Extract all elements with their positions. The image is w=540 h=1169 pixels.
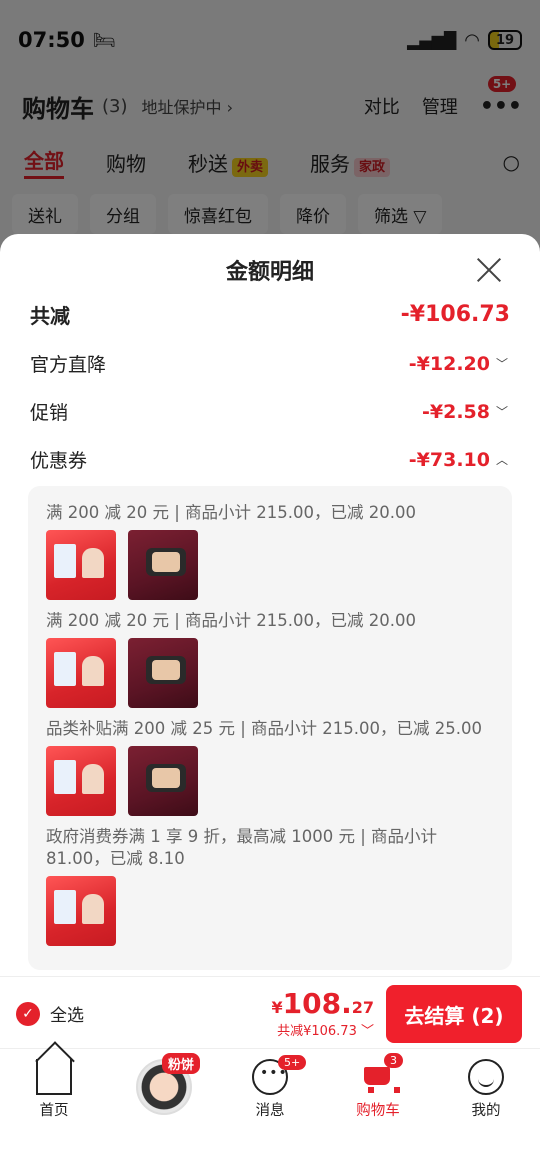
coupon-text: 满 200 减 20 元 | 商品小计 215.00，已减 20.00 — [46, 503, 416, 522]
product-thumbnail[interactable] — [128, 530, 198, 600]
sheet-title: 金额明细 — [225, 260, 314, 285]
coupon-row[interactable]: 优惠券 -¥73.10 ︿ — [30, 446, 510, 473]
select-all-toggle[interactable]: ✓ 全选 — [16, 1001, 84, 1026]
row-label: 促销 — [30, 402, 69, 424]
close-icon[interactable] — [476, 256, 502, 282]
price-decimal: 27 — [351, 998, 374, 1017]
messages-badge: 5+ — [278, 1055, 307, 1070]
chevron-up-icon: ︿ — [495, 453, 508, 467]
row-label: 优惠券 — [30, 450, 88, 472]
cart-badge: 3 — [384, 1053, 403, 1068]
message-icon: 5+ — [252, 1055, 307, 1095]
product-thumbnail[interactable] — [128, 746, 198, 816]
tab-messages[interactable]: 5+ 消息 — [230, 1055, 310, 1120]
tab-me[interactable]: 我的 — [446, 1059, 526, 1120]
select-all-label: 全选 — [50, 1006, 84, 1026]
currency-symbol: ¥ — [271, 998, 283, 1017]
featured-tag: 粉饼 — [162, 1053, 201, 1074]
product-thumbnail[interactable] — [46, 530, 116, 600]
promotion-row[interactable]: 促销 -¥2.58 ﹀ — [30, 398, 510, 425]
tab-cart-label: 购物车 — [356, 1103, 400, 1119]
cart-page-background: 07:50 🛏 ▂▄▆█ ◠ 19 购物车 (3) 地址保护中 › 对比 管理 … — [0, 0, 540, 240]
total-discount-value: -¥106.73 — [400, 302, 510, 327]
home-icon — [36, 1059, 72, 1095]
cart-icon: 3 — [360, 1053, 403, 1095]
row-value: -¥2.58 — [422, 400, 490, 423]
product-thumbnail[interactable] — [128, 638, 198, 708]
chevron-down-icon: ﹀ — [495, 405, 508, 419]
official-discount-row[interactable]: 官方直降 -¥12.20 ﹀ — [30, 350, 510, 377]
checkout-button[interactable]: 去结算 (2) — [386, 985, 522, 1043]
coupon-group: 满 200 减 20 元 | 商品小计 215.00，已减 20.00 — [46, 502, 494, 600]
price-integer: 108. — [282, 987, 352, 1020]
coupon-text: 满 200 减 20 元 | 商品小计 215.00，已减 20.00 — [46, 611, 416, 630]
coupon-group: 满 200 减 20 元 | 商品小计 215.00，已减 20.00 — [46, 610, 494, 708]
coupon-text: 政府消费券满 1 享 9 折，最高减 1000 元 | 商品小计 81.00，已… — [46, 827, 438, 868]
overlay-mask[interactable] — [0, 0, 540, 240]
total-price: ¥108.27 共减¥106.73 ﹀ — [272, 987, 375, 1039]
row-value: -¥73.10 — [408, 448, 490, 471]
coupon-group: 品类补贴满 200 减 25 元 | 商品小计 215.00，已减 25.00 — [46, 718, 494, 816]
product-thumbnail[interactable] — [46, 746, 116, 816]
total-discount-label: 共减 — [30, 304, 70, 328]
coupon-text: 品类补贴满 200 减 25 元 | 商品小计 215.00，已减 25.00 — [46, 719, 482, 738]
row-value: -¥12.20 — [408, 352, 490, 375]
discount-summary: 共减¥106.73 — [277, 1024, 357, 1039]
row-label: 官方直降 — [30, 354, 107, 376]
coupon-detail-box: 满 200 减 20 元 | 商品小计 215.00，已减 20.00 满 20… — [28, 486, 512, 970]
product-thumbnail[interactable] — [46, 876, 116, 946]
checkout-bar: ✓ 全选 ¥108.27 共减¥106.73 ﹀ 去结算 (2) — [0, 976, 540, 1048]
profile-icon — [468, 1059, 504, 1095]
discount-summary-link[interactable]: 共减¥106.73 ﹀ — [272, 1020, 374, 1039]
total-discount-row: 共减 -¥106.73 — [30, 300, 510, 329]
chevron-down-icon: ﹀ — [360, 1024, 374, 1039]
tab-home[interactable]: 首页 — [14, 1059, 94, 1120]
product-thumbnail[interactable] — [46, 638, 116, 708]
coupon-group: 政府消费券满 1 享 9 折，最高减 1000 元 | 商品小计 81.00，已… — [46, 826, 494, 946]
chevron-down-icon: ﹀ — [495, 357, 508, 371]
tab-home-label: 首页 — [39, 1103, 69, 1119]
bottom-tab-bar: 首页 粉饼 5+ 消息 3 购物车 我的 — [0, 1048, 540, 1169]
tab-messages-label: 消息 — [255, 1103, 285, 1119]
tab-me-label: 我的 — [471, 1103, 501, 1119]
tab-cart[interactable]: 3 购物车 — [338, 1053, 418, 1120]
checkmark-icon: ✓ — [16, 1001, 40, 1026]
